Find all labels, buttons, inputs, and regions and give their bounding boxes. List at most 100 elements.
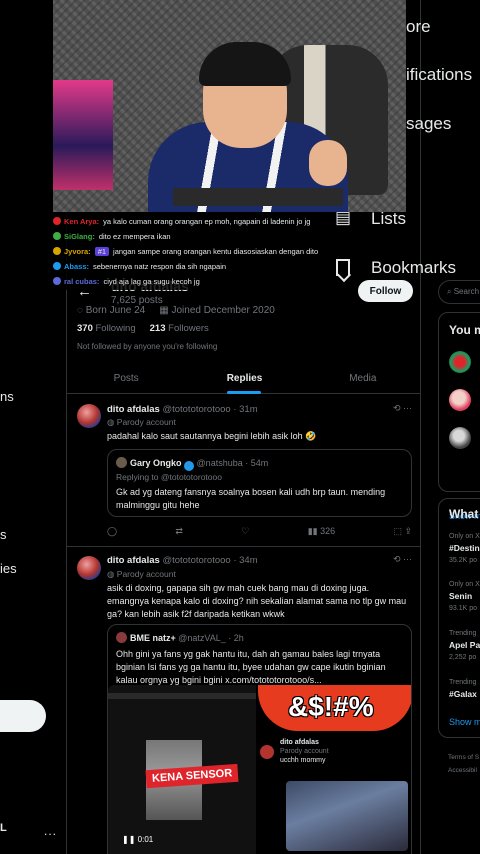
trends-title: What — [449, 507, 479, 521]
avatar[interactable] — [449, 389, 471, 411]
poster — [53, 80, 113, 190]
search-placeholder: Search — [453, 287, 480, 296]
post[interactable]: dito afdalas @totototorotooo · 31m ⟲ ···… — [67, 395, 420, 547]
quote-author: BME natz+ @natzVAL_ · 2h — [116, 632, 244, 643]
chat-user: SiGlang: — [64, 232, 95, 241]
follow-counts: 370 Following 213 Followers — [77, 323, 209, 334]
grok-icon[interactable]: ⟲ ··· — [393, 403, 412, 414]
follow-button[interactable]: Follow — [358, 280, 413, 302]
followers-count: 213 — [149, 323, 166, 334]
chat-rank-badge: #1 — [94, 247, 110, 256]
webcam-overlay — [53, 0, 406, 212]
stream-chat: Ken Arya: ya kalo cuman orang orangan ep … — [53, 212, 353, 290]
chat-text: ya kalo cuman orang orangan ep moh, ngap… — [103, 217, 311, 226]
chat-message: ral cubas: ciyd aja lag ga sugu kecoh jg — [53, 277, 363, 286]
tab-posts[interactable]: Posts — [67, 362, 185, 393]
trend-context: Trending — [449, 679, 477, 686]
followers-link[interactable]: 213 Followers — [150, 323, 209, 334]
replying-to: Replying to @totototorotooo — [116, 472, 222, 482]
views-count: 326 — [320, 526, 336, 536]
left-nav-item[interactable]: s — [0, 527, 7, 542]
mini-text: ucchh mommy — [280, 757, 326, 764]
post-text: padahal kalo saut sautannya begini lebih… — [107, 431, 317, 441]
author-handle: @totototorotooo · 34m — [162, 555, 258, 566]
left-nav-item[interactable]: ies — [0, 561, 17, 576]
chat-message: Jyvora: #1 jangan sampe orang orangan kent… — [53, 247, 363, 256]
image-thumbnail[interactable]: &$!#% dito afdalas Parody account ucchh … — [258, 685, 411, 854]
chat-user: Jyvora: — [64, 247, 91, 256]
post-author[interactable]: dito afdalas @totototorotooo · 34m — [107, 555, 258, 566]
search-input[interactable]: ⌕ Search — [438, 280, 480, 304]
following-count: 370 — [77, 323, 93, 334]
chat-badge-icon — [53, 262, 61, 270]
avatar[interactable] — [77, 556, 101, 580]
avatar[interactable] — [449, 351, 471, 373]
quote-text: Gk ad yg dateng fansnya soalnya bosen ka… — [116, 487, 386, 510]
more-options-icon[interactable]: ... — [44, 824, 57, 838]
post-text: asik di doxing, gapapa sih gw mah cuek b… — [107, 583, 407, 619]
nav-item-notifications[interactable]: ifications — [406, 65, 472, 85]
footer-link[interactable]: Accessibil — [448, 767, 477, 774]
chat-user: Ken Arya: — [64, 217, 100, 226]
grok-icon[interactable]: ⟲ ··· — [393, 554, 412, 565]
parody-text: Parody account — [116, 569, 176, 579]
following-label: Following — [95, 323, 136, 334]
bookmark-icon[interactable]: ⬚ ⇪ — [393, 526, 412, 537]
trend-count: 35.2K po — [449, 557, 478, 564]
chat-user: Abass: — [64, 262, 90, 271]
nav-item-messages[interactable]: sages — [406, 114, 451, 134]
photo — [286, 781, 408, 851]
show-more-link[interactable]: Show m — [449, 717, 480, 727]
following-link[interactable]: 370 Following — [77, 323, 136, 334]
reply-icon[interactable]: ◯ — [107, 526, 117, 537]
profile-joined: Joined December 2020 — [171, 305, 275, 316]
quoted-post[interactable]: Gary Ongko ✓ @natshuba · 54m Replying to… — [107, 449, 412, 517]
lists-icon[interactable]: ▤ — [335, 208, 351, 228]
censor-symbols: &$!#% — [288, 691, 374, 722]
screenshot-strip — [108, 693, 256, 699]
right-sidebar: ⌕ Search You m Show m What Only on X #De… — [421, 270, 480, 854]
quote-handle: @natzVAL_ · 2h — [178, 633, 244, 643]
streamer-hand — [309, 140, 347, 186]
post-button[interactable] — [0, 700, 46, 732]
parody-text: Parody account — [116, 417, 176, 427]
nav-item-lists[interactable]: Lists — [371, 209, 406, 229]
video-thumbnail[interactable]: KENA SENSOR ❚❚ 0:01 — [108, 685, 256, 854]
footer-link[interactable]: Terms of S — [448, 754, 479, 761]
bookmark-icon[interactable] — [336, 259, 350, 276]
avatar — [260, 745, 274, 759]
avatar — [116, 632, 127, 643]
like-icon[interactable]: ♡ — [241, 526, 249, 537]
account-switcher-label[interactable]: L — [0, 822, 7, 834]
avatar[interactable] — [449, 427, 471, 449]
pause-icon: ❚❚ — [122, 835, 138, 844]
quote-author: Gary Ongko ✓ @natshuba · 54m — [116, 457, 268, 471]
chat-message: SiGlang: dito ez mempera ikan — [53, 232, 363, 241]
chat-badge-icon — [53, 217, 61, 225]
video-timer[interactable]: ❚❚ 0:01 — [122, 835, 153, 844]
quote-name: Gary Ongko — [130, 458, 182, 468]
mini-author: dito afdalas — [280, 739, 319, 746]
post-author[interactable]: dito afdalas @totototorotooo · 31m — [107, 404, 258, 415]
mini-parody: Parody account — [280, 748, 329, 755]
guitar — [173, 188, 343, 206]
trend-context: Only on X — [449, 581, 480, 588]
avatar[interactable] — [77, 404, 101, 428]
left-nav-item[interactable]: ns — [0, 389, 14, 404]
quoted-post[interactable]: BME natz+ @natzVAL_ · 2h Ohh gini ya fan… — [107, 624, 412, 854]
quote-text: Ohh gini ya fans yg gak hantu itu, dah a… — [116, 649, 386, 685]
parody-label: ◍ Parody account — [107, 417, 176, 428]
not-followed-note: Not followed by anyone you're following — [77, 342, 218, 351]
chat-badge-icon — [53, 277, 61, 285]
views-stat[interactable]: ▮▮ 326 — [308, 526, 335, 537]
nav-item-more[interactable]: ore — [406, 17, 431, 37]
author-name: dito afdalas — [107, 404, 160, 415]
verified-icon: ✓ — [184, 461, 195, 471]
tab-replies[interactable]: Replies — [185, 362, 303, 394]
post[interactable]: dito afdalas @totototorotooo · 34m ⟲ ···… — [67, 547, 420, 854]
chat-user: ral cubas: — [64, 277, 100, 286]
tab-media[interactable]: Media — [304, 362, 420, 393]
repost-icon[interactable]: ⇄ — [175, 526, 183, 537]
who-to-follow-card: You m Show m — [438, 312, 480, 521]
trend-count: 93.1K po — [449, 605, 478, 612]
